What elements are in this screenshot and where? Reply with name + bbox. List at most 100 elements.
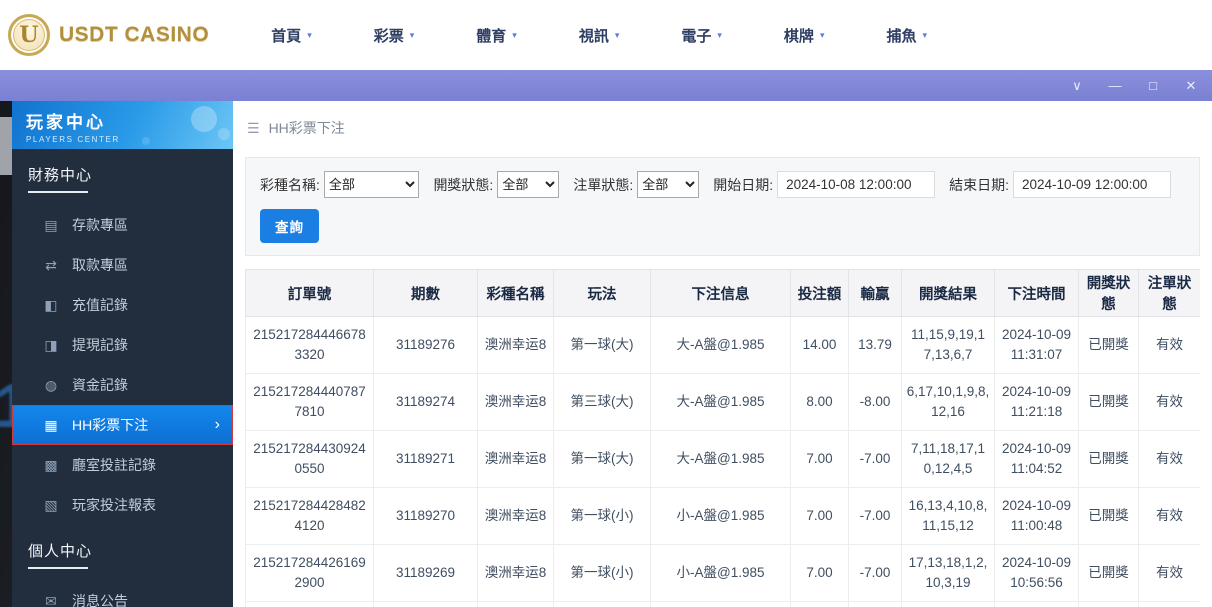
nav-item-slots[interactable]: 電子 ▾ [681, 25, 722, 46]
chevron-down-icon: ▾ [922, 30, 927, 41]
menu-icon[interactable]: ☰ [247, 120, 260, 137]
collapse-icon[interactable]: ∨ [1070, 79, 1084, 92]
order-cell: 2152172844284824120 [246, 488, 374, 545]
sidebar-item-deposit[interactable]: ▤ 存款專區 [12, 205, 233, 245]
col-bet-info: 下注信息 [651, 270, 791, 317]
sidebar-item-label: 充值記錄 [72, 295, 128, 315]
bet-amount-cell: 8.00 [791, 374, 849, 431]
nav-item-label: 彩票 [374, 25, 404, 46]
bet-amount-cell: 14.00 [791, 317, 849, 374]
filter-row: 彩種名稱: 全部 開獎狀態: 全部 注單狀態: 全部 開始日期: 結束日期: [260, 171, 1185, 198]
lottery-name-select[interactable]: 全部 [324, 171, 420, 198]
draw-result-cell: 7,11,18,17,10,12,4,5 [902, 431, 995, 488]
start-date-input[interactable] [777, 171, 935, 198]
draw-status-select[interactable]: 全部 [497, 171, 559, 198]
play-cell: 第一球(大) [554, 431, 651, 488]
nav-item-home[interactable]: 首頁 ▾ [271, 25, 312, 46]
order-status-label: 注單狀態: [573, 175, 633, 195]
draw-result-cell: 16,13,4,10,8,11,15,12 [902, 488, 995, 545]
sidebar-item-label: 存款專區 [72, 215, 128, 235]
table-row: 2152172844466783320 31189276 澳洲幸运8 第一球(大… [246, 317, 1201, 374]
chevron-down-icon: ▾ [820, 30, 825, 41]
background-art [0, 117, 12, 175]
section-underline [28, 567, 88, 569]
hall-record-icon: ▩ [43, 457, 59, 474]
sidebar-item-label: 玩家投注報表 [72, 495, 156, 515]
maximize-icon[interactable]: □ [1146, 79, 1160, 92]
sidebar-item-label: HH彩票下注 [72, 415, 148, 435]
draw-status-cell: 已開獎 [1079, 431, 1139, 488]
query-button[interactable]: 查詢 [260, 209, 319, 243]
minimize-icon[interactable]: — [1108, 79, 1122, 92]
sidebar-item-label: 消息公告 [72, 591, 128, 607]
sidebar-item-hall-bet-record[interactable]: ▩ 廳室投註記錄 [12, 445, 233, 485]
empty-cell [1079, 602, 1139, 607]
nav-item-label: 棋牌 [784, 25, 814, 46]
period-cell: 31189274 [374, 374, 478, 431]
win-loss-cell: 13.79 [849, 317, 902, 374]
bet-time-cell: 2024-10-09 11:04:52 [995, 431, 1079, 488]
sidebar-item-messages[interactable]: ✉ 消息公告 [12, 581, 233, 607]
sidebar-subtitle: PLAYERS CENTER [26, 135, 233, 144]
bet-amount-cell: 7.00 [791, 488, 849, 545]
top-navigation: U USDT CASINO 首頁 ▾ 彩票 ▾ 體育 ▾ 視訊 ▾ 電子 [0, 0, 1212, 70]
draw-status-cell: 已開獎 [1079, 488, 1139, 545]
col-play-type: 玩法 [554, 270, 651, 317]
table-row: 2152172844261692900 31189269 澳洲幸运8 第一球(小… [246, 545, 1201, 602]
logo-icon: U [8, 14, 50, 56]
sidebar-item-label: 取款專區 [72, 255, 128, 275]
play-cell: 第一球(大) [554, 317, 651, 374]
order-status-select[interactable]: 全部 [637, 171, 699, 198]
sidebar-item-hh-lottery-bet[interactable]: ▦ HH彩票下注 › [12, 405, 233, 445]
order-cell: 2152172844261692900 [246, 545, 374, 602]
close-icon[interactable]: ✕ [1184, 79, 1198, 92]
filter-panel: 彩種名稱: 全部 開獎狀態: 全部 注單狀態: 全部 開始日期: 結束日期: [245, 157, 1200, 256]
period-cell: 31189270 [374, 488, 478, 545]
sidebar-item-recharge-record[interactable]: ◧ 充值記錄 [12, 285, 233, 325]
chevron-down-icon: ▾ [615, 30, 620, 41]
bet-info-cell: 小-A盤@1.985 [651, 545, 791, 602]
page-title: HH彩票下注 [269, 118, 345, 138]
nav-item-live-video[interactable]: 視訊 ▾ [579, 25, 620, 46]
sidebar-item-funds-record[interactable]: ◍ 資金記錄 [12, 365, 233, 405]
deposit-icon: ▤ [43, 217, 59, 234]
logo[interactable]: U USDT CASINO [8, 14, 209, 56]
col-win-loss: 輸贏 [849, 270, 902, 317]
table-row-partial [246, 602, 1201, 607]
end-date-input[interactable] [1013, 171, 1171, 198]
logo-text: USDT CASINO [59, 23, 209, 47]
order-cell: 2152172844407877810 [246, 374, 374, 431]
nav-item-sports[interactable]: 體育 ▾ [476, 25, 517, 46]
table-row: 2152172844309240550 31189271 澳洲幸运8 第一球(大… [246, 431, 1201, 488]
nav-item-lottery[interactable]: 彩票 ▾ [374, 25, 415, 46]
sidebar-header: 玩家中心 PLAYERS CENTER [12, 101, 233, 149]
recharge-record-icon: ◧ [43, 297, 59, 314]
nav-item-label: 捕魚 [886, 25, 916, 46]
section-personal-label: 個人中心 [28, 540, 217, 561]
nav-item-board-games[interactable]: 棋牌 ▾ [784, 25, 825, 46]
col-bet-time: 下注時間 [995, 270, 1079, 317]
chevron-down-icon: ▾ [717, 30, 722, 41]
order-cell: 2152172844309240550 [246, 431, 374, 488]
start-date-label: 開始日期: [713, 175, 773, 195]
win-loss-cell: -7.00 [849, 545, 902, 602]
col-draw-result: 開獎結果 [902, 270, 995, 317]
period-cell: 31189276 [374, 317, 478, 374]
lottery-cell: 澳洲幸运8 [478, 488, 554, 545]
nav-item-label: 體育 [476, 25, 506, 46]
sidebar-item-withdrawal-record[interactable]: ◨ 提現記錄 [12, 325, 233, 365]
bet-info-cell: 大-A盤@1.985 [651, 431, 791, 488]
sidebar-title: 玩家中心 [26, 108, 233, 133]
empty-cell [651, 602, 791, 607]
order-status-cell: 有效 [1139, 488, 1201, 545]
draw-status-cell: 已開獎 [1079, 545, 1139, 602]
order-cell: 2152172844466783320 [246, 317, 374, 374]
draw-status-label: 開獎狀態: [433, 175, 493, 195]
funds-record-icon: ◍ [43, 377, 59, 394]
nav-item-fishing[interactable]: 捕魚 ▾ [886, 25, 927, 46]
empty-cell [246, 602, 374, 607]
main-nav: 首頁 ▾ 彩票 ▾ 體育 ▾ 視訊 ▾ 電子 ▾ 棋牌 ▾ [271, 25, 927, 46]
empty-cell [1139, 602, 1201, 607]
sidebar-item-withdraw[interactable]: ⇄ 取款專區 [12, 245, 233, 285]
sidebar-item-player-bet-report[interactable]: ▧ 玩家投注報表 [12, 485, 233, 525]
